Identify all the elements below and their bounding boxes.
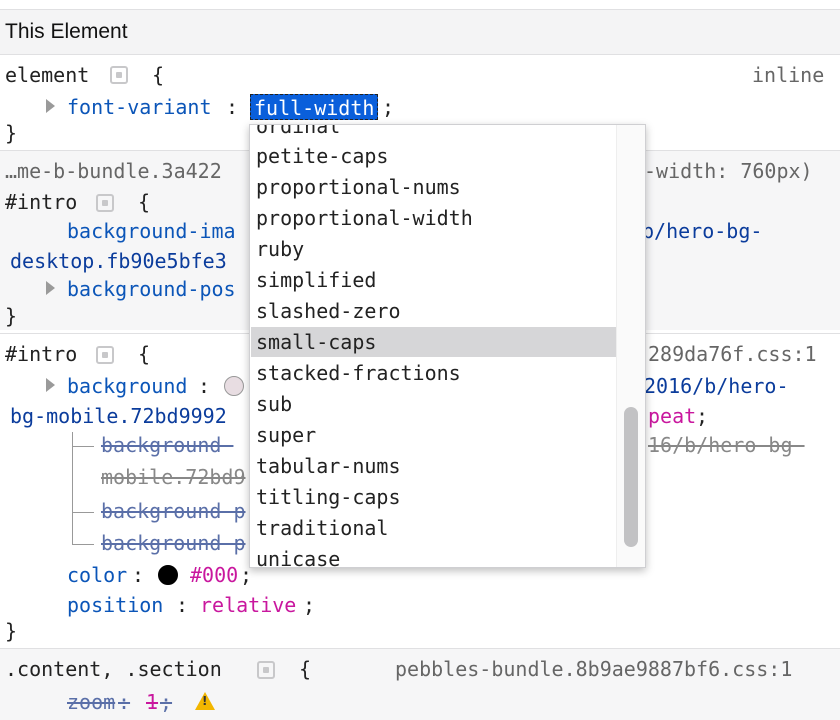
property-value-editor[interactable]: full-width: [250, 94, 379, 120]
property-background[interactable]: background: [67, 374, 187, 398]
property-background-image[interactable]: background-ima: [67, 219, 236, 243]
tree-branch: [72, 446, 94, 447]
overridden-value-zoom[interactable]: 1: [146, 690, 158, 714]
property-value-position[interactable]: relative: [200, 593, 296, 617]
property-value[interactable]: 2016/b/hero-: [644, 374, 789, 398]
autocomplete-item[interactable]: sub: [251, 389, 619, 419]
autocomplete-item[interactable]: traditional: [251, 513, 619, 543]
overridden-property-zoom[interactable]: zoom: [67, 690, 115, 714]
property-position[interactable]: position: [67, 593, 163, 617]
overridden-property[interactable]: background-p: [101, 531, 246, 555]
scrollbar-track[interactable]: [616, 125, 645, 567]
brace-close: }: [5, 619, 18, 643]
autocomplete-item[interactable]: petite-caps: [251, 141, 619, 171]
autocomplete-popup[interactable]: ordinal petite-caps proportional-nums pr…: [249, 124, 646, 568]
property-color[interactable]: color: [67, 563, 127, 587]
semicolon: ;: [382, 95, 395, 119]
color-swatch[interactable]: [224, 376, 244, 396]
semicolon: ;: [696, 404, 709, 428]
semicolon: ;: [160, 690, 173, 714]
property-value-color[interactable]: #000: [190, 563, 238, 587]
autocomplete-item[interactable]: unicase: [251, 544, 619, 567]
overridden-value-continued[interactable]: mobile.72bd9: [101, 465, 246, 489]
autocomplete-item[interactable]: titling-caps: [251, 482, 619, 512]
brace-open: {: [138, 342, 151, 366]
tree-branch: [72, 544, 94, 545]
media-query: -width: 760px): [644, 159, 813, 183]
rule-source-inline[interactable]: inline: [752, 63, 824, 87]
property-colon: :: [226, 95, 239, 119]
semicolon: ;: [303, 593, 316, 617]
autocomplete-item[interactable]: stacked-fractions: [251, 358, 619, 388]
autocomplete-item[interactable]: super: [251, 420, 619, 450]
expand-triangle-icon[interactable]: [46, 378, 55, 392]
autocomplete-item[interactable]: slashed-zero: [251, 296, 619, 326]
autocomplete-item[interactable]: simplified: [251, 265, 619, 295]
autocomplete-item[interactable]: proportional-nums: [251, 172, 619, 202]
property-value-continued[interactable]: bg-mobile.72bd9992: [10, 404, 227, 428]
overridden-value[interactable]: 16/b/hero-bg-: [648, 433, 805, 457]
overridden-property[interactable]: background-p: [101, 499, 246, 523]
autocomplete-item[interactable]: ruby: [251, 234, 619, 264]
gear-icon[interactable]: [257, 661, 275, 679]
property-colon: :: [118, 690, 131, 714]
autocomplete-item[interactable]: tabular-nums: [251, 451, 619, 481]
brace-open: {: [299, 657, 312, 681]
autocomplete-item[interactable]: ordinal: [251, 125, 619, 141]
color-swatch[interactable]: [158, 565, 178, 585]
section-title: This Element: [5, 20, 128, 43]
property-name[interactable]: font-variant: [67, 95, 212, 119]
autocomplete-item-selected[interactable]: small-caps: [251, 327, 619, 357]
brace-open: {: [138, 190, 151, 214]
brace-open: {: [152, 63, 165, 87]
warning-icon[interactable]: !: [195, 692, 215, 710]
tree-branch: [72, 512, 94, 513]
property-colon: :: [132, 563, 145, 587]
element-selector[interactable]: element: [5, 63, 89, 87]
selector-intro[interactable]: #intro: [5, 190, 77, 214]
brace-close: }: [5, 304, 18, 328]
property-background-position[interactable]: background-pos: [67, 277, 236, 301]
property-colon: :: [198, 374, 211, 398]
gear-icon[interactable]: [96, 346, 114, 364]
property-value-end[interactable]: peat: [648, 404, 696, 428]
expand-triangle-icon[interactable]: [46, 99, 55, 113]
overridden-property[interactable]: background-: [101, 433, 233, 457]
autocomplete-item[interactable]: proportional-width: [251, 203, 619, 233]
selector-content-section[interactable]: .content, .section: [5, 657, 222, 681]
property-value-continued[interactable]: desktop.fb90e5bfe3: [10, 249, 227, 273]
gear-icon[interactable]: [110, 66, 128, 84]
rule-source-link[interactable]: 289da76f.css:1: [648, 342, 817, 366]
property-colon: :: [176, 593, 189, 617]
rule-source-link[interactable]: pebbles-bundle.8b9ae9887bf6.css:1: [395, 657, 792, 681]
scrollbar-thumb[interactable]: [624, 407, 638, 547]
property-value[interactable]: b/hero-bg-: [642, 219, 762, 243]
brace-close: }: [5, 121, 18, 145]
selector-intro[interactable]: #intro: [5, 342, 77, 366]
tree-line: [72, 432, 73, 544]
expand-triangle-icon[interactable]: [46, 281, 55, 295]
gear-icon[interactable]: [96, 194, 114, 212]
rule-source-link[interactable]: …me-b-bundle.3a422: [5, 159, 222, 183]
